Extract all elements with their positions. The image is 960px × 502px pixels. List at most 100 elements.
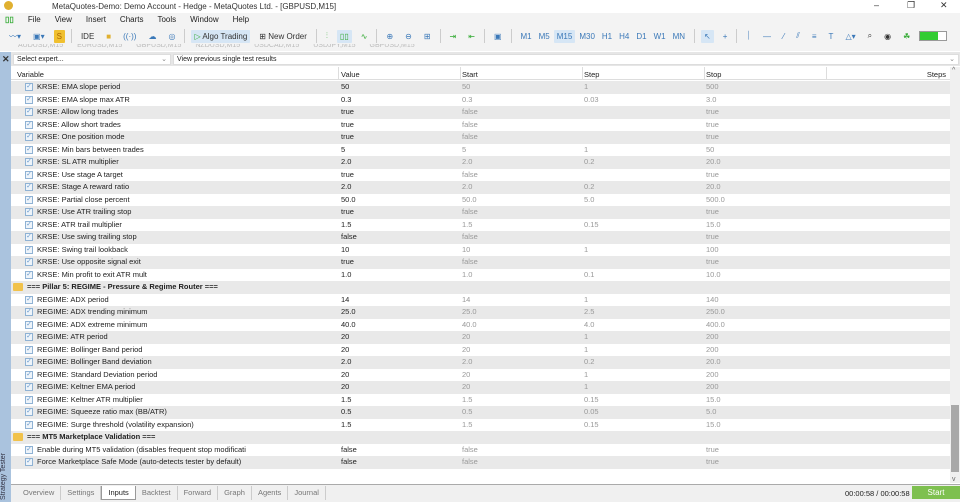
checkbox[interactable]: ✓: [25, 108, 33, 116]
checkbox[interactable]: ✓: [25, 295, 33, 304]
step-cell[interactable]: 0.15: [584, 219, 599, 232]
table-row[interactable]: ✓ KRSE: SL ATR multiplier 2.0 2.0 0.2 20.0: [11, 156, 950, 169]
table-row[interactable]: ✓ KRSE: Partial close percent 50.0 50.0 5.0 5…: [11, 194, 950, 207]
checkbox[interactable]: ✓: [25, 245, 33, 254]
start-cell[interactable]: 20: [462, 381, 470, 394]
table-row[interactable]: ✓ KRSE: Use swing trailing stop false false…: [11, 231, 950, 244]
start-cell[interactable]: 14: [462, 294, 470, 307]
checkbox[interactable]: ✓: [25, 308, 33, 316]
table-row[interactable]: ✓ Force Marketplace Safe Mode (auto-detec…: [11, 456, 950, 469]
stop-cell[interactable]: 15.0: [706, 219, 721, 232]
value-cell[interactable]: 2.0: [341, 356, 351, 369]
timeframe-m5[interactable]: M5: [536, 30, 553, 43]
step-cell[interactable]: 1: [584, 381, 588, 394]
stop-cell[interactable]: 200: [706, 369, 719, 382]
checkbox[interactable]: ✓: [25, 320, 33, 329]
table-row[interactable]: ✓ REGIME: ATR period 20 20 1 200: [11, 331, 950, 344]
chart-tab[interactable]: USDJPY,M15: [313, 44, 355, 51]
market-icon[interactable]: ■: [103, 30, 114, 43]
timeframe-m15[interactable]: M15: [553, 29, 576, 43]
stop-cell[interactable]: true: [706, 119, 719, 132]
screenshot-icon[interactable]: ▣: [491, 30, 505, 43]
tile-icon[interactable]: ⊞: [421, 30, 434, 43]
start-cell[interactable]: 1.5: [462, 219, 472, 232]
tab-agents[interactable]: Agents: [252, 486, 289, 500]
step-cell[interactable]: 1: [584, 331, 588, 344]
value-cell[interactable]: true: [341, 131, 354, 144]
checkbox[interactable]: ✓: [25, 395, 33, 404]
stop-cell[interactable]: 200: [706, 344, 719, 357]
value-cell[interactable]: 20: [341, 331, 349, 344]
step-cell[interactable]: 0.05: [584, 406, 599, 419]
stop-cell[interactable]: 400.0: [706, 319, 725, 332]
checkbox[interactable]: ✓: [25, 158, 33, 166]
checkbox[interactable]: ✓: [25, 220, 33, 229]
timeframe-w1[interactable]: W1: [651, 30, 669, 43]
table-row[interactable]: ✓ KRSE: Use stage A target true false true: [11, 169, 950, 182]
stop-cell[interactable]: true: [706, 131, 719, 144]
start-cell[interactable]: 1.5: [462, 419, 472, 432]
vps-cloud-icon[interactable]: ☁: [145, 30, 159, 43]
start-cell[interactable]: 1.5: [462, 394, 472, 407]
crosshair-icon[interactable]: +: [720, 30, 731, 43]
stop-cell[interactable]: 20.0: [706, 156, 721, 169]
chart-shift-icon[interactable]: ⇤: [465, 30, 478, 43]
start-cell[interactable]: false: [462, 456, 478, 469]
stop-cell[interactable]: 250.0: [706, 306, 725, 319]
step-cell[interactable]: 1: [584, 294, 588, 307]
checkbox[interactable]: ✓: [25, 133, 33, 141]
checkbox[interactable]: ✓: [25, 145, 33, 154]
start-cell[interactable]: 2.0: [462, 181, 472, 194]
menu-file[interactable]: File: [28, 15, 41, 24]
menu-charts[interactable]: Charts: [120, 15, 144, 24]
menu-insert[interactable]: Insert: [86, 15, 106, 24]
tab-graph[interactable]: Graph: [218, 486, 252, 500]
checkbox[interactable]: ✓: [25, 408, 33, 416]
menu-window[interactable]: Window: [190, 15, 218, 24]
step-cell[interactable]: 1: [584, 244, 588, 257]
value-cell[interactable]: 2.0: [341, 181, 351, 194]
stop-cell[interactable]: true: [706, 256, 719, 269]
value-cell[interactable]: false: [341, 231, 357, 244]
start-cell[interactable]: 0.3: [462, 94, 472, 107]
tab-inputs[interactable]: Inputs: [101, 486, 136, 500]
value-cell[interactable]: 20: [341, 344, 349, 357]
stop-cell[interactable]: 20.0: [706, 356, 721, 369]
col-value[interactable]: Value: [341, 70, 360, 79]
candles-icon[interactable]: ▯▯: [336, 29, 352, 43]
start-cell[interactable]: 2.0: [462, 356, 472, 369]
value-cell[interactable]: true: [341, 206, 354, 219]
timeframe-h1[interactable]: H1: [599, 30, 615, 43]
value-cell[interactable]: 14: [341, 294, 349, 307]
checkbox[interactable]: ✓: [25, 333, 33, 341]
start-cell[interactable]: false: [462, 206, 478, 219]
step-cell[interactable]: 1: [584, 369, 588, 382]
value-cell[interactable]: false: [341, 456, 357, 469]
checkbox[interactable]: ✓: [25, 358, 33, 366]
timeframe-h4[interactable]: H4: [616, 30, 632, 43]
step-cell[interactable]: 0.2: [584, 356, 594, 369]
checkbox[interactable]: ✓: [25, 258, 33, 266]
value-cell[interactable]: 25.0: [341, 306, 356, 319]
start-cell[interactable]: 5: [462, 144, 466, 157]
stop-cell[interactable]: 200: [706, 331, 719, 344]
table-row[interactable]: ✓ REGIME: Bollinger Band deviation 2.0 2.0 0…: [11, 356, 950, 369]
fibonacci-icon[interactable]: ≡: [809, 30, 820, 43]
menu-tools[interactable]: Tools: [157, 15, 176, 24]
stop-cell[interactable]: 500.0: [706, 194, 725, 207]
chart-type-icon[interactable]: 〰▾: [6, 29, 24, 44]
chart-tab[interactable]: GBPUSD,M15: [370, 44, 415, 51]
horizontal-line-icon[interactable]: —: [760, 30, 774, 43]
chart-tab[interactable]: EURUSD,M15: [77, 44, 122, 51]
start-cell[interactable]: false: [462, 106, 478, 119]
stop-cell[interactable]: 15.0: [706, 394, 721, 407]
stop-cell[interactable]: 200: [706, 381, 719, 394]
value-cell[interactable]: 40.0: [341, 319, 356, 332]
value-cell[interactable]: true: [341, 119, 354, 132]
checkbox[interactable]: ✓: [25, 120, 33, 129]
table-row[interactable]: ✓ Enable during MT5 validation (disables …: [11, 444, 950, 457]
zoom-out-icon[interactable]: ⊖: [402, 30, 415, 43]
new-order-button[interactable]: ⊞ New Order: [256, 30, 310, 43]
scroll-up-icon[interactable]: ^: [952, 67, 955, 74]
table-row[interactable]: ✓ REGIME: ADX period 14 14 1 140: [11, 294, 950, 307]
